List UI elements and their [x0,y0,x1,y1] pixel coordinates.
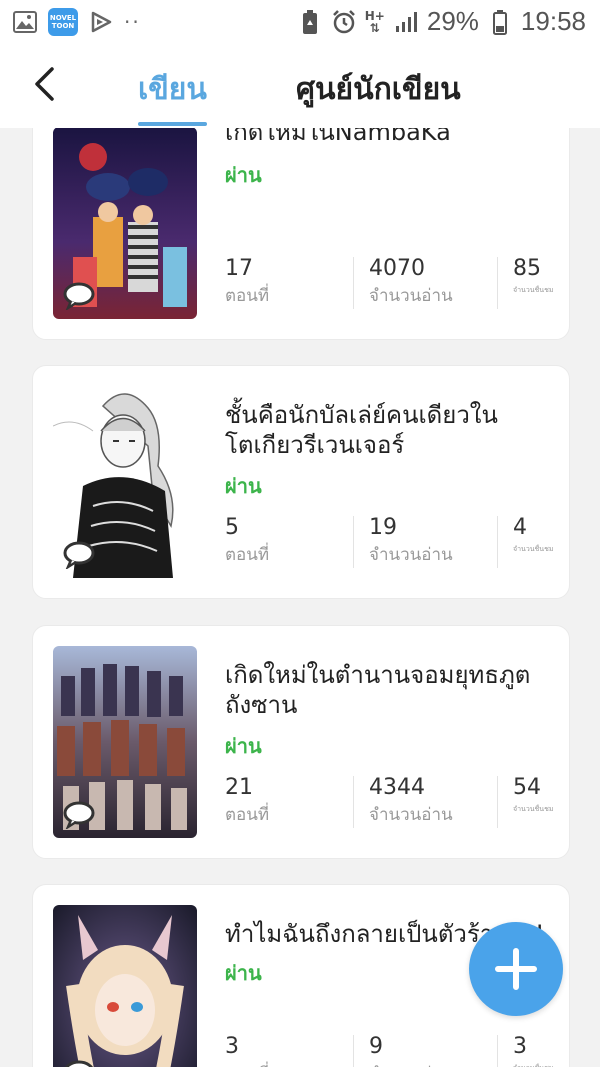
add-book-button[interactable] [469,922,563,1016]
stat-divider [353,1035,354,1067]
book-stats: 5 ตอนที่ 19 จำนวนอ่าน 4 จำนวนชื่นชม [225,514,565,570]
stat-divider [353,776,354,828]
status-badge: ผ่าน [225,474,262,498]
stat-episodes: 3 ตอนที่ [225,1034,269,1067]
active-tab-indicator [138,122,207,126]
stat-likes: 3 จำนวนชื่นชม [513,1034,553,1067]
tab-write[interactable]: เขียน [138,66,207,126]
book-stats: 17 ตอนที่ 4070 จำนวนอ่าน 85 จำนวนชื่นชม [225,255,565,311]
stat-divider [497,1035,498,1067]
stat-episodes: 5 ตอนที่ [225,515,270,565]
book-card[interactable]: เกิดใหม่ในตำนานจอมยุทธภูตถังซาน ผ่าน 21 … [32,625,570,859]
comment-bubble-icon [61,800,97,830]
signal-icon [393,9,419,35]
stat-divider [353,516,354,568]
status-badge: ผ่าน [225,734,262,758]
tab-writer-center-label: ศูนย์นักเขียน [296,72,461,107]
plus-icon [495,948,537,990]
play-icon [88,9,114,35]
book-card[interactable]: ชั้นคือนักบัลเล่ย์คนเดียวในโตเกียวรีเวนเ… [32,365,570,599]
battery-saver-icon [297,9,323,35]
clock: 19:58 [520,6,586,36]
stat-likes: 4 จำนวนชื่นชม [513,515,554,553]
top-nav: เขียน ศูนย์นักเขียน [0,46,600,128]
stat-reads: 9 จำนวนอ่าน [369,1034,453,1067]
stat-reads: 4344 จำนวนอ่าน [369,775,453,825]
stat-reads: 19 จำนวนอ่าน [369,515,453,565]
comment-bubble-icon [61,281,97,311]
stat-reads: 4070 จำนวนอ่าน [369,256,453,306]
stat-divider [353,257,354,309]
comment-bubble-icon [61,540,97,570]
status-badge: ผ่าน [225,163,262,187]
gallery-icon [12,9,38,35]
back-button[interactable] [24,64,64,104]
book-title: เกิดใหม่ในNambaKa [225,128,451,146]
stat-divider [497,516,498,568]
book-title: ชั้นคือนักบัลเล่ย์คนเดียวในโตเกียวรีเวนเ… [225,401,498,459]
back-arrow-icon [35,67,54,101]
tab-write-label: เขียน [138,72,207,107]
stat-divider [497,257,498,309]
battery-icon [487,9,513,35]
alarm-icon [331,9,357,35]
book-cover [53,905,197,1067]
notification-dots: ·· [124,10,141,34]
book-cover [53,128,197,319]
book-cover [53,386,197,578]
stat-episodes: 17 ตอนที่ [225,256,270,306]
status-bar: NOVEL TOON ·· H+ ⇅ 29% 19:58 [0,0,600,46]
battery-percent: 29% [426,6,479,36]
book-card[interactable]: เกิดใหม่ในNambaKa ผ่าน 17 ตอนที่ 4070 จำ… [32,128,570,340]
book-title: เกิดใหม่ในตำนานจอมยุทธภูตถังซาน [225,661,531,719]
book-cover [53,646,197,838]
stat-likes: 85 จำนวนชื่นชม [513,256,554,294]
book-stats: 21 ตอนที่ 4344 จำนวนอ่าน 54 จำนวนชื่นชม [225,774,565,830]
network-type: H+ ⇅ [364,8,385,35]
tab-writer-center[interactable]: ศูนย์นักเขียน [296,66,461,113]
stat-likes: 54 จำนวนชื่นชม [513,775,554,813]
comment-bubble-icon [61,1059,97,1067]
book-stats: 3 ตอนที่ 9 จำนวนอ่าน 3 จำนวนชื่นชม [225,1033,565,1067]
novel-toon-icon: NOVEL TOON [48,8,78,36]
stat-divider [497,776,498,828]
stat-episodes: 21 ตอนที่ [225,775,270,825]
status-badge: ผ่าน [225,961,262,985]
